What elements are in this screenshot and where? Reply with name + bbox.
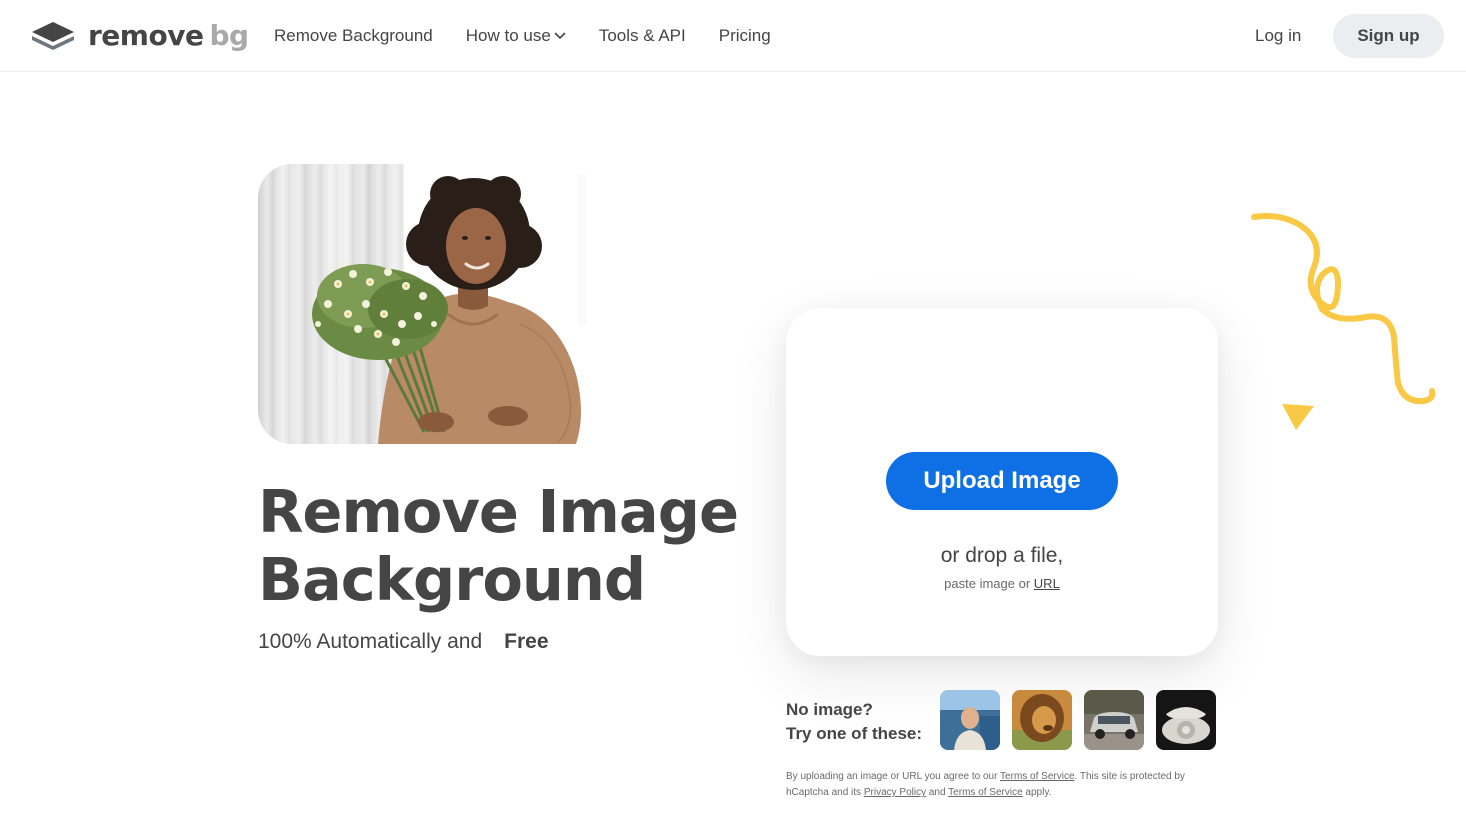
terms-of-service-link-2[interactable]: Terms of Service — [948, 787, 1022, 798]
logo-text: remove bg — [88, 22, 249, 50]
page-subtitle: 100% Automatically and Free — [258, 626, 562, 658]
sample-images — [940, 690, 1216, 750]
legal-text-1: By uploading an image or URL you agree t… — [786, 771, 998, 782]
sample-prompt-line2: Try one of these: — [786, 724, 923, 743]
logo-text-main: remove — [88, 19, 204, 52]
nav-tools-api[interactable]: Tools & API — [599, 24, 686, 48]
main-nav: Remove Background How to use Tools & API… — [274, 24, 804, 48]
drop-file-text: or drop a file, — [940, 544, 1064, 567]
yellow-triangle-decoration — [1282, 404, 1314, 430]
paste-hint-text: paste image or — [944, 576, 1031, 591]
page-title: Remove Image Background — [258, 477, 739, 614]
sample-prompt-line1: No image? — [786, 700, 873, 719]
free-badge: Free — [491, 626, 562, 658]
legal-notice: By uploading an image or URL you agree t… — [786, 769, 1226, 801]
logo[interactable]: remove bg — [30, 18, 249, 54]
logo-text-accent: bg — [209, 19, 249, 52]
upload-image-button[interactable]: Upload Image — [886, 452, 1118, 510]
hero-image — [258, 164, 586, 444]
top-navbar: remove bg Remove Background How to use To… — [0, 0, 1466, 72]
nav-remove-background[interactable]: Remove Background — [274, 24, 433, 48]
page-title-line1: Remove Image — [258, 477, 739, 546]
subtitle-text: 100% Automatically and — [258, 630, 483, 653]
sample-man-thumb — [940, 690, 1000, 750]
hero-person-illustration — [312, 174, 586, 444]
privacy-policy-link[interactable]: Privacy Policy — [864, 787, 926, 798]
sample-telephone-thumb — [1156, 690, 1216, 750]
yellow-squiggle-decoration — [1251, 213, 1436, 405]
url-link[interactable]: URL — [1034, 576, 1060, 591]
paste-hint: paste image or URL — [786, 576, 1218, 591]
sample-image-lion[interactable] — [1012, 690, 1072, 750]
upload-dropzone[interactable]: Upload Image or drop a file, paste image… — [786, 308, 1218, 656]
terms-of-service-link[interactable]: Terms of Service — [1000, 771, 1074, 782]
nav-pricing[interactable]: Pricing — [719, 24, 771, 48]
sample-prompt: No image? Try one of these: — [786, 698, 922, 746]
sample-image-telephone[interactable] — [1156, 690, 1216, 750]
nav-how-to-use-label: How to use — [465, 26, 551, 45]
sample-car-thumb — [1084, 690, 1144, 750]
sample-image-car[interactable] — [1084, 690, 1144, 750]
sample-lion-thumb — [1012, 690, 1072, 750]
legal-text-3: and — [928, 787, 946, 798]
sample-image-man[interactable] — [940, 690, 1000, 750]
signup-button[interactable]: Sign up — [1333, 14, 1444, 58]
logo-icon — [32, 22, 74, 50]
login-link[interactable]: Log in — [1255, 24, 1301, 48]
nav-how-to-use[interactable]: How to use — [466, 24, 566, 48]
page-title-line2: Background — [258, 545, 646, 614]
free-badge-label: Free — [504, 630, 549, 653]
legal-text-4: apply. — [1025, 787, 1052, 798]
chevron-down-icon — [554, 32, 566, 40]
